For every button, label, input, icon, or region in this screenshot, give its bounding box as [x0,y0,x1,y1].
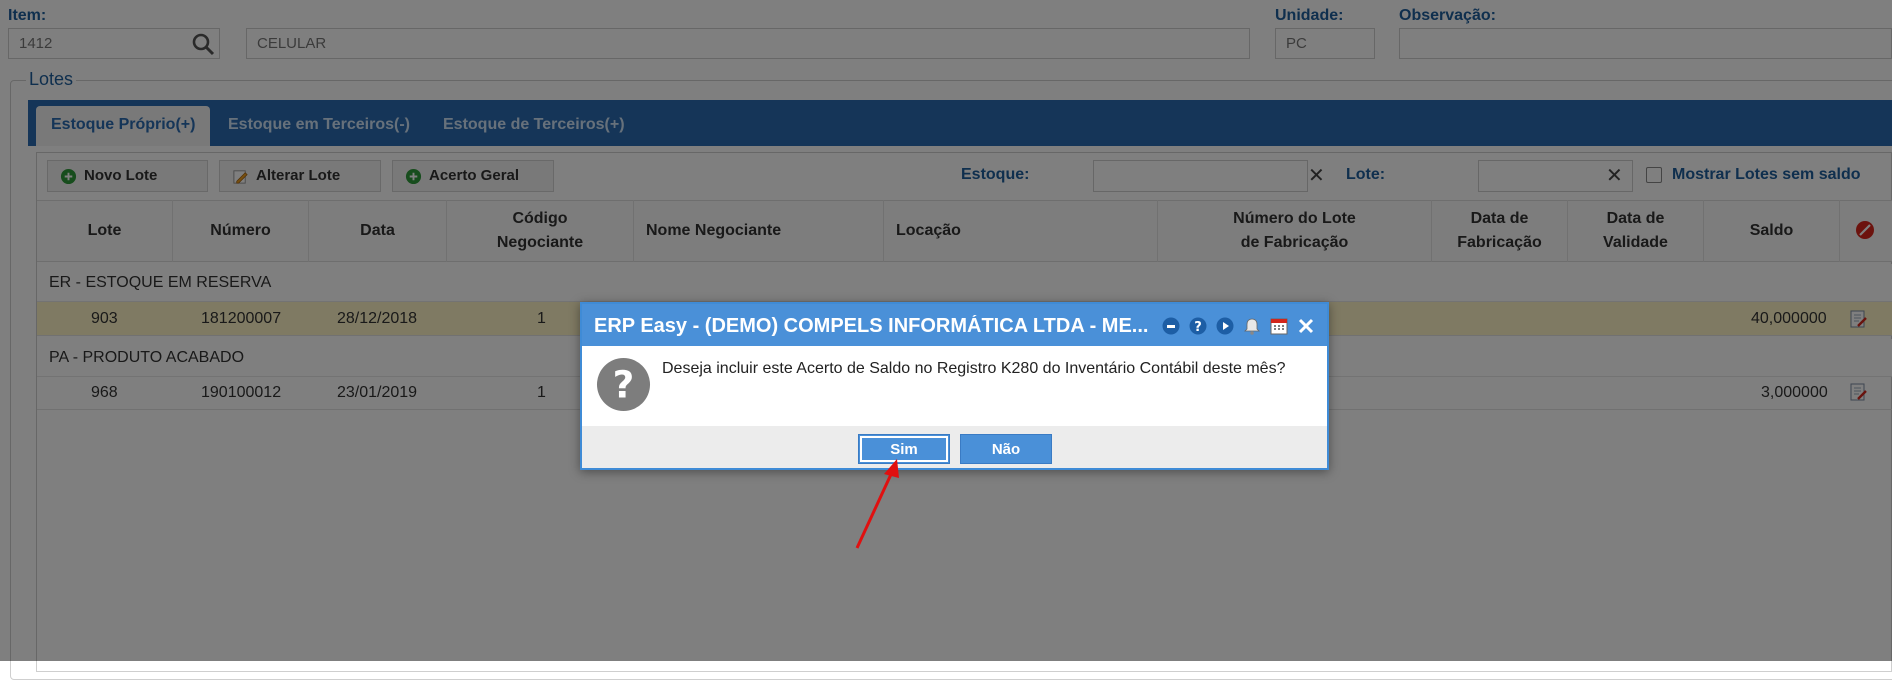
play-icon[interactable] [1215,316,1236,337]
dialog-message: Deseja incluir este Acerto de Saldo no R… [662,360,1286,377]
dialog-footer: Sim Não [582,426,1327,468]
dialog-tools: ? [1161,315,1317,337]
erp-window: Item: 1412 CELULAR Unidade: PC Observaçã… [0,0,1892,680]
dialog-body: ? Deseja incluir este Acerto de Saldo no… [582,346,1327,426]
yes-button[interactable]: Sim [858,434,950,464]
close-icon[interactable] [1296,316,1317,337]
svg-text:?: ? [1194,320,1202,335]
minimize-icon[interactable] [1161,316,1182,337]
no-button[interactable]: Não [960,434,1052,464]
dialog-titlebar[interactable]: ERP Easy - (DEMO) COMPELS INFORMÁTICA LT… [582,304,1327,346]
bell-icon[interactable] [1242,316,1263,337]
help-icon[interactable]: ? [1188,316,1209,337]
question-icon: ? [596,357,651,412]
dialog-title: ERP Easy - (DEMO) COMPELS INFORMÁTICA LT… [594,315,1149,337]
calendar-icon[interactable] [1269,316,1290,337]
svg-text:?: ? [613,362,635,406]
confirm-dialog: ERP Easy - (DEMO) COMPELS INFORMÁTICA LT… [580,302,1329,470]
